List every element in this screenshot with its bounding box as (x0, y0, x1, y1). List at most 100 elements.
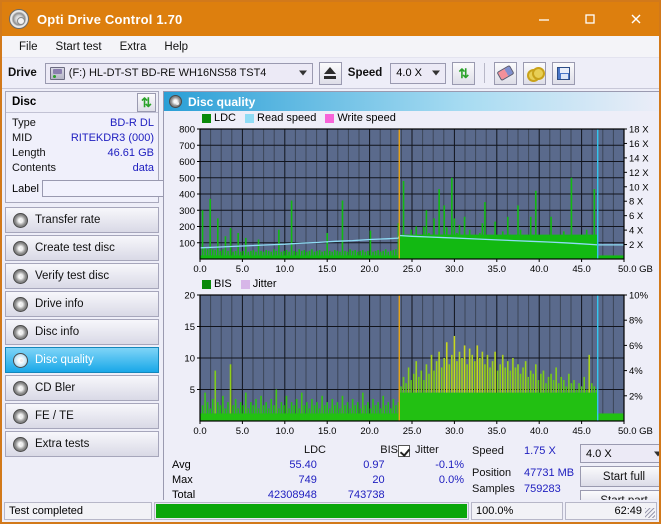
svg-text:50.0 GB: 50.0 GB (618, 264, 653, 275)
menu-help[interactable]: Help (155, 39, 197, 55)
erase-button[interactable] (494, 61, 518, 85)
svg-text:10%: 10% (629, 291, 649, 302)
legend-label: Read speed (257, 112, 317, 124)
svg-text:35.0: 35.0 (488, 264, 507, 275)
refresh-icon: ⇅ (458, 65, 470, 81)
sidebar-item-verify-test-disc[interactable]: Verify test disc (5, 263, 159, 289)
stats-avg-bis: 0.97 (363, 459, 385, 471)
legend-swatch (240, 279, 250, 289)
toolbar-divider (484, 63, 486, 83)
svg-text:45.0: 45.0 (572, 264, 591, 275)
disc-icon (13, 296, 28, 312)
jitter-checkbox-group[interactable]: Jitter (398, 443, 439, 458)
legend-swatch (202, 113, 211, 123)
speed-label: Speed (347, 67, 383, 79)
svg-text:20.0: 20.0 (360, 264, 379, 275)
test-speed-select[interactable]: 4.0 X (580, 444, 659, 463)
disc-mid-value: RITEKDR3 (000) (70, 132, 154, 144)
svg-text:300: 300 (179, 206, 195, 217)
disc-panel-header: Disc ⇅ (6, 92, 158, 113)
readout-samples: Samples 759283 (472, 481, 580, 497)
jitter-label: Jitter (415, 444, 439, 456)
legend-label: Jitter (252, 278, 277, 290)
svg-text:10 X: 10 X (629, 182, 649, 193)
maximize-icon[interactable] (567, 2, 613, 36)
resize-grip[interactable] (645, 508, 655, 518)
sidebar-item-disc-quality[interactable]: Disc quality (5, 347, 159, 373)
svg-text:20.0: 20.0 (360, 426, 379, 437)
refresh-button[interactable]: ⇅ (452, 61, 476, 85)
sidebar-item-fe-te[interactable]: FE / TE (5, 403, 159, 429)
save-button[interactable] (552, 61, 576, 85)
svg-text:14 X: 14 X (629, 153, 649, 164)
content-header: Disc quality (164, 92, 659, 111)
disc-icon (13, 352, 28, 368)
jitter-checkbox[interactable] (398, 444, 410, 457)
close-icon[interactable] (613, 2, 659, 36)
stats-row-label: Max (172, 474, 193, 486)
legend-swatch (325, 113, 335, 123)
svg-text:700: 700 (179, 141, 195, 152)
disc-type-value: BD-R DL (109, 117, 154, 129)
title-bar: Opti Drive Control 1.70 (2, 2, 659, 36)
ldc-plot: 100 200 300 400 500 600 700 800 2 X 4 X 6 X 8 X 10 X… (179, 125, 653, 275)
menu-extra[interactable]: Extra (111, 39, 156, 55)
status-message: Test completed (4, 502, 152, 520)
ldc-chart: LDC Read speed Write speed 100 200 300 400 5… (164, 111, 659, 277)
stats-row-label: Avg (172, 459, 191, 471)
sidebar-item-extra-tests[interactable]: Extra tests (5, 431, 159, 457)
readout-position-key: Position (472, 467, 512, 479)
disc-contents-value: data (132, 162, 154, 174)
svg-text:100: 100 (179, 238, 195, 249)
disc-label-key: Label (12, 182, 39, 195)
legend-write-speed: Write speed (325, 112, 396, 124)
sidebar-item-label: Create test disc (35, 242, 115, 254)
disc-refresh-button[interactable]: ⇅ (137, 92, 156, 112)
svg-text:15.0: 15.0 (318, 264, 337, 275)
stats-avg-ldc: 55.40 (289, 459, 317, 471)
disc-icon (13, 268, 28, 284)
sidebar-item-transfer-rate[interactable]: Transfer rate (5, 207, 159, 233)
menu-file[interactable]: File (10, 39, 47, 55)
settings-button[interactable] (523, 61, 547, 85)
sidebar-item-disc-info[interactable]: Disc info (5, 319, 159, 345)
svg-text:10.0: 10.0 (276, 426, 295, 437)
start-full-button[interactable]: Start full (580, 466, 659, 487)
toolbar: Drive (F:) HL-DT-ST BD-RE WH16NS58 TST4 … (2, 58, 659, 89)
disc-icon (13, 380, 28, 396)
main-area: Disc ⇅ Type BD-R DL MID RITEKDR3 (000) L… (2, 89, 659, 522)
svg-text:40.0: 40.0 (530, 264, 549, 275)
svg-text:15: 15 (184, 322, 195, 333)
eject-button[interactable] (318, 61, 342, 85)
legend-read-speed: Read speed (245, 112, 316, 124)
sidebar-item-cd-bler[interactable]: CD Bler (5, 375, 159, 401)
stats-header-bis: BIS (380, 444, 398, 456)
disc-icon (169, 95, 182, 108)
sidebar-item-label: Disc quality (35, 354, 94, 366)
readout-position: Position 47731 MB (472, 465, 580, 481)
chevron-down-icon (432, 70, 441, 76)
legend-jitter: Jitter (240, 278, 277, 290)
minimize-icon[interactable] (521, 2, 567, 36)
drive-select[interactable]: (F:) HL-DT-ST BD-RE WH16NS58 TST4 (44, 62, 313, 84)
svg-text:18 X: 18 X (629, 125, 649, 136)
speed-select[interactable]: 4.0 X (390, 62, 447, 84)
disc-length-key: Length (12, 147, 46, 159)
menu-start-test[interactable]: Start test (47, 39, 111, 55)
disc-panel-title: Disc (12, 96, 37, 108)
svg-text:4%: 4% (629, 366, 643, 377)
bis-plot: 5 10 15 20 2% 4% 6% 8% 10% 0.0 5.0 10.0 15.0 20.0 25.0… (184, 291, 652, 437)
disc-row-contents: Contents data (12, 161, 154, 176)
sidebar-item-drive-info[interactable]: Drive info (5, 291, 159, 317)
svg-text:0.0: 0.0 (193, 426, 206, 437)
sidebar-item-label: Disc info (35, 326, 80, 338)
sidebar: Disc ⇅ Type BD-R DL MID RITEKDR3 (000) L… (2, 89, 243, 522)
settings-icon (527, 66, 546, 82)
disc-icon (13, 212, 28, 228)
svg-text:10: 10 (184, 354, 195, 365)
chevron-down-icon (654, 451, 659, 456)
sidebar-item-label: Drive info (35, 298, 84, 310)
bis-chart: BIS Jitter 5 10 15 20 2% 4% 6% 8% 10% 0.0 5.0 10.0 1… (164, 277, 659, 439)
sidebar-item-create-test-disc[interactable]: Create test disc (5, 235, 159, 261)
svg-text:30.0: 30.0 (445, 426, 464, 437)
